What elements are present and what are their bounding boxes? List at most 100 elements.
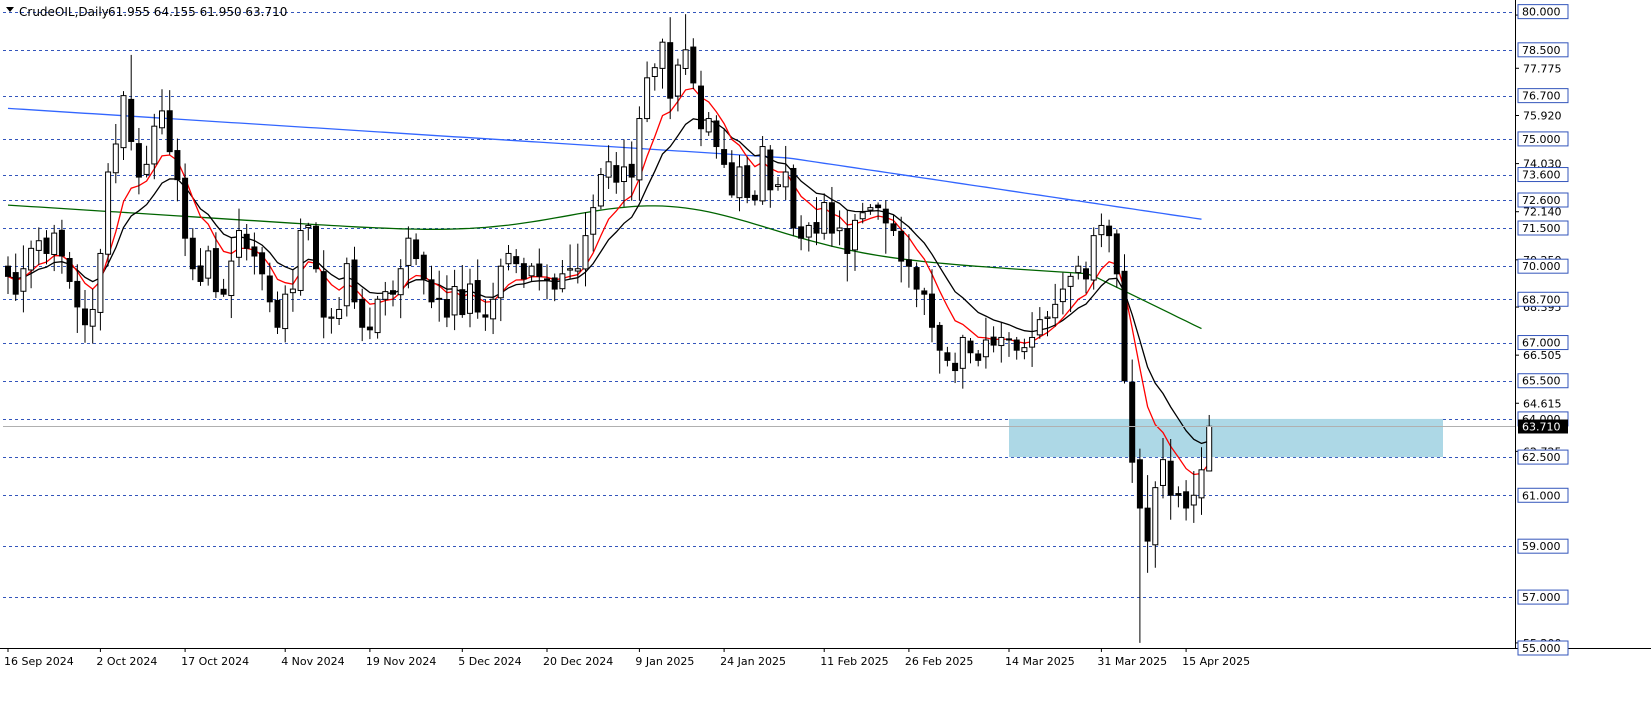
candle (590, 194, 597, 252)
candle (1190, 471, 1197, 523)
candle-body-down (1006, 338, 1012, 341)
candle (852, 213, 858, 271)
candle (274, 291, 281, 335)
candle-body-up (451, 286, 458, 316)
candle-body-down (1013, 339, 1020, 351)
candle-body-down (359, 298, 366, 328)
candle (428, 265, 435, 309)
candle (1029, 312, 1036, 367)
candle-body-down (967, 340, 974, 354)
price-tick-label: 66.505 (1523, 349, 1562, 362)
candle-body-down (1183, 491, 1190, 509)
candle-body-up (1059, 288, 1066, 303)
level-price-label: 55.000 (1522, 642, 1561, 655)
candle-body-down (1121, 270, 1128, 382)
candle-body-up (505, 252, 512, 265)
candle-body-down (690, 46, 697, 84)
candle (913, 262, 920, 308)
symbol-label: CrudeOIL,Daily (19, 5, 109, 19)
candle-body-up (636, 118, 643, 181)
candle (605, 145, 612, 189)
candle-body-down (1136, 459, 1143, 509)
candle-body-down (882, 208, 889, 224)
candle (459, 264, 466, 318)
price-axis[interactable]: 79.86577.77575.92074.03072.14070.25068.3… (1515, 4, 1569, 656)
candle-body-down (428, 279, 435, 303)
candle (5, 256, 11, 295)
candle-body-down (43, 237, 50, 254)
candle (559, 259, 566, 293)
candle (890, 215, 897, 236)
candle (882, 200, 889, 254)
candle-body-down (243, 233, 250, 249)
candle (228, 237, 235, 319)
dropdown-triangle-icon[interactable] (6, 7, 14, 12)
candle (921, 287, 928, 316)
candle (828, 186, 835, 247)
candle-body-down (182, 177, 189, 239)
candle (482, 299, 489, 331)
candle-body-down (390, 290, 396, 295)
candle-body-down (259, 252, 266, 275)
time-tick-label: 19 Nov 2024 (366, 655, 436, 668)
candle (967, 338, 974, 364)
candle-body-down (698, 85, 704, 130)
candle-body-up (859, 212, 866, 220)
time-axis[interactable]: 16 Sep 2024 2 Oct 2024 17 Oct 2024 4 Nov 20… (4, 648, 1250, 668)
candle-body-down (1167, 460, 1174, 496)
candle (690, 38, 697, 90)
candle-body-down (174, 150, 181, 181)
level-price-label: 65.500 (1522, 375, 1561, 388)
candle (12, 253, 19, 301)
candle-body-up (567, 268, 574, 271)
candle (513, 249, 520, 274)
price-chart[interactable]: 79.86577.77575.92074.03072.14070.25068.3… (0, 0, 1651, 707)
candle (97, 248, 104, 331)
candle-body-down (713, 120, 720, 148)
candle (1152, 481, 1159, 568)
candle (751, 190, 758, 206)
candle (174, 138, 181, 202)
candle (420, 251, 427, 295)
time-tick-label: 14 Mar 2025 (1005, 655, 1075, 668)
candle-body-down (929, 293, 935, 328)
candle-body-down (975, 353, 982, 361)
candle-body-down (482, 314, 489, 318)
candle (1121, 254, 1128, 384)
candle (775, 177, 781, 191)
candle-body-up (775, 184, 781, 187)
candle (651, 63, 658, 91)
candle-body-up (1052, 303, 1059, 319)
candle-body-down (320, 271, 327, 318)
time-tick-label: 4 Nov 2024 (281, 655, 344, 668)
candle (343, 257, 350, 317)
candle-body-down (767, 149, 774, 191)
candle (220, 278, 227, 297)
candle (1098, 213, 1105, 248)
time-tick-label: 31 Mar 2025 (1097, 655, 1167, 668)
candle (1175, 486, 1182, 508)
candle-body-down (952, 362, 959, 372)
candle-body-up (35, 240, 42, 251)
candle (528, 263, 535, 282)
level-price-label: 70.000 (1522, 260, 1561, 273)
candle-body-down (875, 204, 882, 209)
candle (621, 139, 627, 207)
candle (544, 264, 550, 300)
candle (805, 222, 812, 252)
candle (936, 321, 943, 374)
candle (998, 322, 1005, 363)
candle (798, 215, 805, 251)
candle (505, 244, 512, 271)
candle (644, 61, 651, 123)
candle-body-up (1090, 235, 1097, 281)
candle-body-up (1206, 425, 1213, 472)
candle (105, 163, 112, 267)
candle-body-up (105, 171, 112, 255)
candle (1183, 480, 1190, 521)
candle (297, 218, 304, 296)
candle-body-up (959, 336, 966, 369)
candle (667, 17, 674, 120)
candle (744, 156, 751, 204)
candle-body-up (159, 110, 165, 129)
